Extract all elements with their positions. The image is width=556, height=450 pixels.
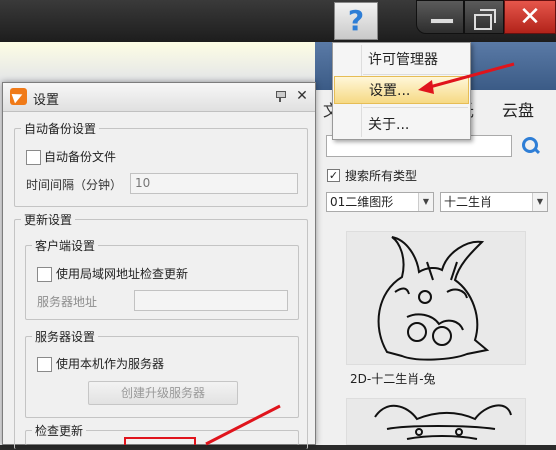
help-button[interactable]: ? (334, 2, 378, 40)
annotation-arrow-check-update (205, 404, 281, 446)
thumbnail-ox[interactable] (346, 398, 526, 445)
minimize-button[interactable] (416, 0, 464, 34)
auto-backup-group: 自动备份设置 (14, 120, 308, 207)
search-icon[interactable] (520, 135, 542, 157)
search-all-types-checkbox[interactable]: ✓ (327, 169, 340, 182)
rabbit-papercut-image (377, 236, 490, 361)
annotation-highlight-box (124, 437, 196, 445)
pin-icon[interactable] (273, 89, 287, 103)
close-icon: ✕ (296, 88, 308, 104)
auto-backup-label: 自动备份文件 (44, 150, 117, 164)
pin-icon-needle (279, 97, 281, 102)
auto-backup-checkbox[interactable] (26, 150, 41, 165)
tab-cloud[interactable]: 云盘 (502, 97, 534, 121)
search-icon-handle (532, 146, 541, 155)
server-address-input[interactable] (134, 290, 288, 311)
annotation-arrow-settings (418, 62, 515, 94)
local-server-checkbox[interactable] (37, 357, 52, 372)
dialog-close-button[interactable]: ✕ (293, 87, 311, 105)
auto-backup-group-title: 自动备份设置 (21, 120, 100, 137)
dialog-title-bar[interactable]: 设置 ✕ (3, 83, 315, 112)
menu-item-about[interactable]: 关于... (334, 111, 469, 139)
interval-label: 时间间隔（分钟） (26, 178, 123, 192)
update-group-title: 更新设置 (21, 211, 76, 228)
background-left-header (0, 42, 315, 82)
app-logo-icon (10, 88, 27, 105)
search-all-types-label: 搜索所有类型 (345, 169, 418, 183)
restore-button[interactable] (464, 0, 504, 34)
lan-update-checkbox[interactable] (37, 267, 52, 282)
subcategory-select-value: 十二生肖 (444, 195, 493, 209)
server-group-title: 服务器设置 (32, 328, 99, 345)
thumbnail-rabbit-label: 2D-十二生肖-兔 (350, 372, 436, 386)
pin-icon-head (276, 91, 286, 98)
dialog-title: 设置 (33, 93, 60, 108)
ox-papercut-image (374, 404, 512, 440)
close-icon: ✕ (519, 2, 541, 32)
chevron-down-icon: ▼ (418, 193, 433, 211)
client-group-title: 客户端设置 (32, 237, 99, 254)
close-window-button[interactable]: ✕ (504, 0, 556, 34)
interval-input[interactable]: 10 (130, 173, 298, 194)
category-select-value: 01二维图形 (330, 195, 394, 209)
server-address-label: 服务器地址 (37, 295, 98, 309)
restore-icon-back (480, 9, 496, 23)
lan-update-label: 使用局域网地址检查更新 (56, 267, 189, 281)
menu-separator (363, 107, 468, 108)
chevron-down-icon: ▼ (532, 193, 547, 211)
local-server-label: 使用本机作为服务器 (56, 357, 165, 371)
category-select[interactable]: 01二维图形 ▼ (326, 192, 434, 212)
question-icon: ? (347, 4, 365, 37)
thumbnail-rabbit[interactable] (346, 231, 526, 365)
check-update-group-title: 检查更新 (32, 422, 87, 439)
subcategory-select[interactable]: 十二生肖 ▼ (440, 192, 548, 212)
